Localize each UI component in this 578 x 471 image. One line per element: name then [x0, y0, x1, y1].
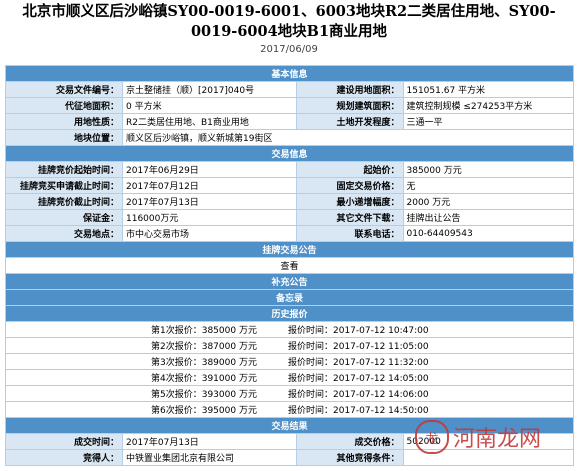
bid-time: 报价时间：2017-07-12 11:05:00: [288, 342, 429, 352]
levy-area-label: 代征地面积：: [5, 97, 123, 114]
dragon-logo-icon: 龙: [415, 420, 449, 454]
apply-deadline-value: 2017年07月12日: [122, 177, 297, 194]
bid-amount: 第4次报价：391000 万元: [151, 374, 257, 384]
fixed-price-label: 固定交易价格：: [295, 177, 404, 194]
bid-history-row: 第3次报价：389000 万元 报价时间：2017-07-12 11:32:00: [5, 353, 574, 370]
development-level-label: 土地开发程度：: [295, 113, 404, 130]
start-price-label: 起始价：: [295, 161, 404, 178]
bid-start-value: 2017年06月29日: [122, 161, 297, 178]
doc-number-label: 交易文件编号：: [5, 81, 123, 98]
location-label: 地块位置：: [5, 129, 123, 146]
winner-label: 竞得人：: [5, 449, 123, 466]
start-price-value: 385000 万元: [402, 161, 574, 178]
bid-time: 报价时间：2017-07-12 14:06:00: [288, 390, 429, 400]
land-area-label: 建设用地面积：: [295, 81, 404, 98]
bid-deadline-label: 挂牌竞价截止时间：: [5, 193, 123, 210]
doc-number-value: 京土整储挂（顺）[2017]040号: [122, 81, 297, 98]
bid-history-row: 第4次报价：391000 万元 报价时间：2017-07-12 14:05:00: [5, 369, 574, 386]
deal-time-value: 2017年07月13日: [122, 433, 297, 450]
bid-time: 报价时间：2017-07-12 11:32:00: [288, 358, 429, 368]
deal-time-label: 成交时间：: [5, 433, 123, 450]
other-files-label: 其它文件下载：: [295, 209, 404, 226]
bid-time: 报价时间：2017-07-12 14:50:00: [288, 406, 429, 416]
bid-amount: 第2次报价：387000 万元: [151, 342, 257, 352]
land-area-value: 151051.67 平方米: [402, 81, 574, 98]
section-trade-header: 交易信息: [5, 145, 574, 162]
deal-price-label: 成交价格：: [295, 433, 404, 450]
section-history-header: 历史报价: [5, 305, 574, 322]
page-title: 北京市顺义区后沙峪镇SY00-0019-6001、6003地块R2二类居住用地、…: [22, 3, 556, 40]
location-value: 顺义区后沙峪镇，顺义新城第19街区: [122, 129, 574, 146]
land-info-table: 基本信息 交易文件编号： 京土整储挂（顺）[2017]040号 建设用地面积： …: [5, 65, 574, 466]
phone-label: 联系电话：: [295, 225, 404, 242]
min-increment-value: 2000 万元: [402, 193, 574, 210]
bid-start-label: 挂牌竞价起始时间：: [5, 161, 123, 178]
bid-amount: 第5次报价：393000 万元: [151, 390, 257, 400]
development-level-value: 三通一平: [402, 113, 574, 130]
land-use-label: 用地性质：: [5, 113, 123, 130]
bid-history-row: 第5次报价：393000 万元 报价时间：2017-07-12 14:06:00: [5, 385, 574, 402]
bid-time: 报价时间：2017-07-12 14:05:00: [288, 374, 429, 384]
land-use-value: R2二类居住用地、B1商业用地: [122, 113, 297, 130]
deposit-value: 116000万元: [122, 209, 297, 226]
bid-amount: 第3次报价：389000 万元: [151, 358, 257, 368]
min-increment-label: 最小递增幅度：: [295, 193, 404, 210]
building-area-label: 规划建筑面积：: [295, 97, 404, 114]
fixed-price-value: 无: [402, 177, 574, 194]
announcement-download-link[interactable]: 挂牌出让公告: [402, 209, 574, 226]
section-notice-header: 挂牌交易公告: [5, 241, 574, 258]
section-memo-header: 备忘录: [5, 289, 574, 306]
levy-area-value: 0 平方米: [122, 97, 297, 114]
bid-history-row: 第1次报价：385000 万元 报价时间：2017-07-12 10:47:00: [5, 321, 574, 338]
section-supplement-header: 补充公告: [5, 273, 574, 290]
bid-deadline-value: 2017年07月13日: [122, 193, 297, 210]
apply-deadline-label: 挂牌竞买申请截止时间：: [5, 177, 123, 194]
winner-value: 中铁置业集团北京有限公司: [122, 449, 297, 466]
bid-history-row: 第2次报价：387000 万元 报价时间：2017-07-12 11:05:00: [5, 337, 574, 354]
other-conditions-label: 其他竞得条件：: [295, 449, 404, 466]
site-watermark: 龙 河南龙网: [415, 418, 575, 456]
bid-history-row: 第6次报价：395000 万元 报价时间：2017-07-12 14:50:00: [5, 401, 574, 418]
building-area-value: 建筑控制规模 ≤274253平方米: [402, 97, 574, 114]
phone-value: 010-64409543: [402, 225, 574, 242]
bid-amount: 第6次报价：395000 万元: [151, 406, 257, 416]
watermark-text: 河南龙网: [453, 427, 542, 452]
section-basic-header: 基本信息: [5, 65, 574, 82]
trade-venue-label: 交易地点：: [5, 225, 123, 242]
bid-amount: 第1次报价：385000 万元: [151, 326, 257, 336]
view-notice-link[interactable]: 查看: [5, 257, 574, 274]
deposit-label: 保证金：: [5, 209, 123, 226]
publish-date: 2017/06/09: [260, 44, 318, 55]
trade-venue-value: 市中心交易市场: [122, 225, 297, 242]
bid-time: 报价时间：2017-07-12 10:47:00: [288, 326, 429, 336]
